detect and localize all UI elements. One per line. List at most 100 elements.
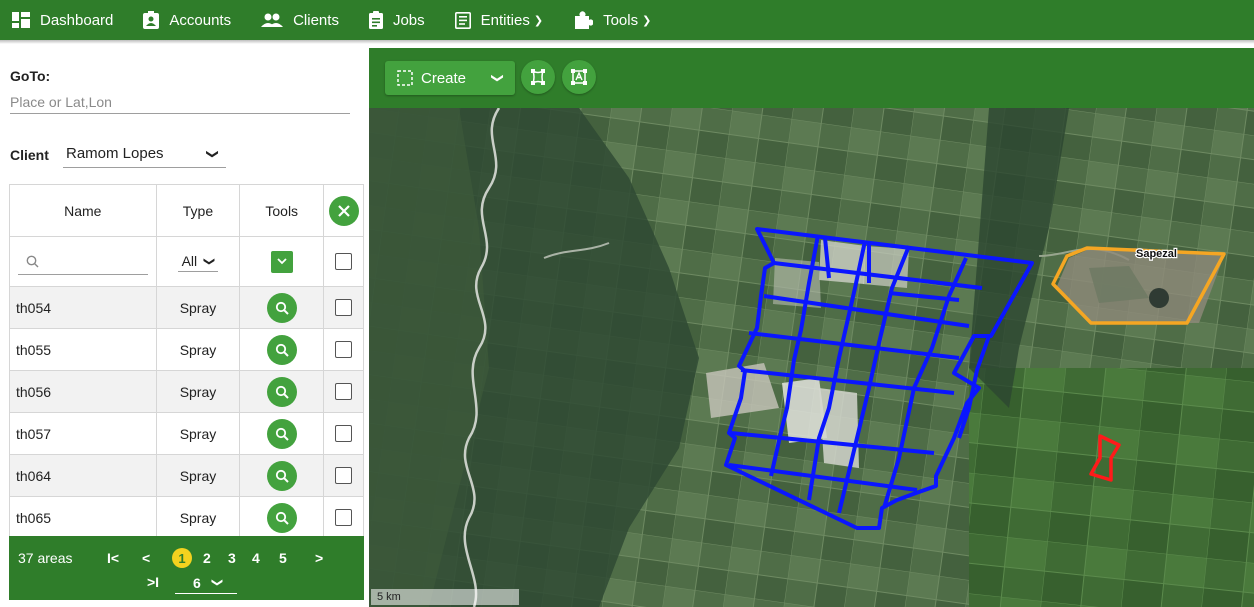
zoom-to-area-button[interactable] [266,460,297,491]
dashboard-icon [12,12,30,28]
zoom-to-area-button[interactable] [266,376,297,407]
nav-entities[interactable]: Entities ❯ [454,11,544,29]
tools-dropdown-button[interactable] [270,250,293,273]
nav-label: Accounts [169,11,232,29]
client-select[interactable]: Ramom Lopes ❯ [63,140,226,168]
row-name: th064 [10,455,157,496]
select-all-cell [324,237,365,286]
nav-dashboard[interactable]: Dashboard [12,12,113,29]
row-name: th065 [10,497,157,538]
polygon-edit-icon [531,69,545,85]
nav-tools[interactable]: Tools ❯ [573,11,651,29]
table-row[interactable]: th057 Spray [9,413,365,455]
first-page-button[interactable]: I< [107,550,119,566]
name-filter-cell [10,237,157,286]
text-box-icon [571,69,587,85]
area-count: 37 areas [18,550,73,566]
zoom-to-area-button[interactable] [266,292,297,323]
left-panel: GoTo: Client Ramom Lopes ❯ Name Type Too… [0,44,365,607]
search-icon [26,255,39,267]
search-icon [275,511,289,525]
chevron-down-icon: ❯ [533,14,544,27]
list-icon [454,11,471,29]
top-nav: Dashboard Accounts Clients Jobs Entities… [0,0,1254,40]
prev-page-button[interactable]: < [142,550,150,566]
people-icon [261,13,284,27]
header-name[interactable]: Name [10,185,157,236]
header-tools: Tools [240,185,325,236]
table-row[interactable]: th065 Spray [9,497,365,539]
row-type: Spray [157,413,241,454]
header-type[interactable]: Type [157,185,241,236]
last-page-button[interactable]: >I [147,574,159,590]
label-area-button[interactable] [562,60,596,94]
next-page-button[interactable]: > [315,550,323,566]
chevron-down-icon [277,258,287,265]
header-action-cell [324,185,364,236]
row-type: Spray [157,329,241,370]
row-select-cell [324,287,365,328]
type-filter-cell: All ❯ [157,237,241,286]
nav-label: Clients [293,11,339,29]
goto-input[interactable] [10,90,350,114]
current-page[interactable]: 1 [172,548,192,568]
table-row[interactable]: th054 Spray [9,287,365,329]
page-link[interactable]: 2 [203,550,211,566]
table-row[interactable]: th056 Spray [9,371,365,413]
row-tools [240,455,325,496]
row-select-cell [324,413,365,454]
type-filter-value: All [181,253,198,269]
nav-jobs[interactable]: Jobs [368,11,425,29]
row-name: th057 [10,413,157,454]
row-select-cell [324,329,365,370]
table-row[interactable]: th055 Spray [9,329,365,371]
nav-clients[interactable]: Clients [261,12,339,29]
nav-label: Tools [603,11,639,29]
chevron-down-icon: ❯ [642,14,652,27]
nav-label: Jobs [392,11,425,29]
table-header: Name Type Tools [9,185,364,237]
nav-accounts[interactable]: Accounts [143,11,231,29]
clear-selection-button[interactable] [328,195,359,226]
row-type: Spray [157,287,241,328]
page-link[interactable]: 5 [279,550,287,566]
row-checkbox[interactable] [335,299,353,316]
row-tools [240,329,325,370]
edit-shape-button[interactable] [521,60,555,94]
page-link[interactable]: 3 [228,550,236,566]
row-tools [240,371,325,412]
zoom-to-area-button[interactable] [266,334,297,365]
search-icon [275,385,289,399]
row-name: th056 [10,371,157,412]
close-icon [337,204,350,217]
page-link[interactable]: 4 [252,550,260,566]
clipboard-icon [368,11,383,29]
row-tools [240,413,325,454]
puzzle-icon [575,11,594,29]
create-button[interactable]: Create ❯ [385,61,515,95]
nav-label: Dashboard [40,11,114,29]
row-checkbox[interactable] [335,383,353,400]
areas-table: Name Type Tools All ❯ th054 Spray th055 … [9,184,365,539]
goto-label: GoTo: [10,68,51,84]
type-filter-select[interactable]: All ❯ [177,251,219,272]
row-checkbox[interactable] [335,425,353,442]
chevron-down-icon: ❯ [205,148,220,159]
map-view[interactable]: Sapezal 5 km [369,108,1254,607]
row-checkbox[interactable] [335,467,353,484]
row-checkbox[interactable] [335,341,353,358]
zoom-to-area-button[interactable] [266,418,297,449]
row-checkbox[interactable] [335,509,353,526]
zoom-to-area-button[interactable] [266,502,297,533]
chevron-down-icon: ❯ [490,72,505,84]
name-search-input[interactable] [18,249,148,275]
table-filter-row: All ❯ [9,237,365,287]
page-size-select[interactable]: 6 ❯ [175,572,237,594]
create-label: Create [421,69,467,87]
search-icon [275,343,289,357]
chevron-down-icon: ❯ [210,577,223,588]
town-label: Sapezal [1136,248,1177,260]
pagination: 37 areas I< < 1 2 3 4 5 > >I 6 ❯ [9,536,364,600]
select-all-checkbox[interactable] [335,253,353,270]
table-row[interactable]: th064 Spray [9,455,365,497]
